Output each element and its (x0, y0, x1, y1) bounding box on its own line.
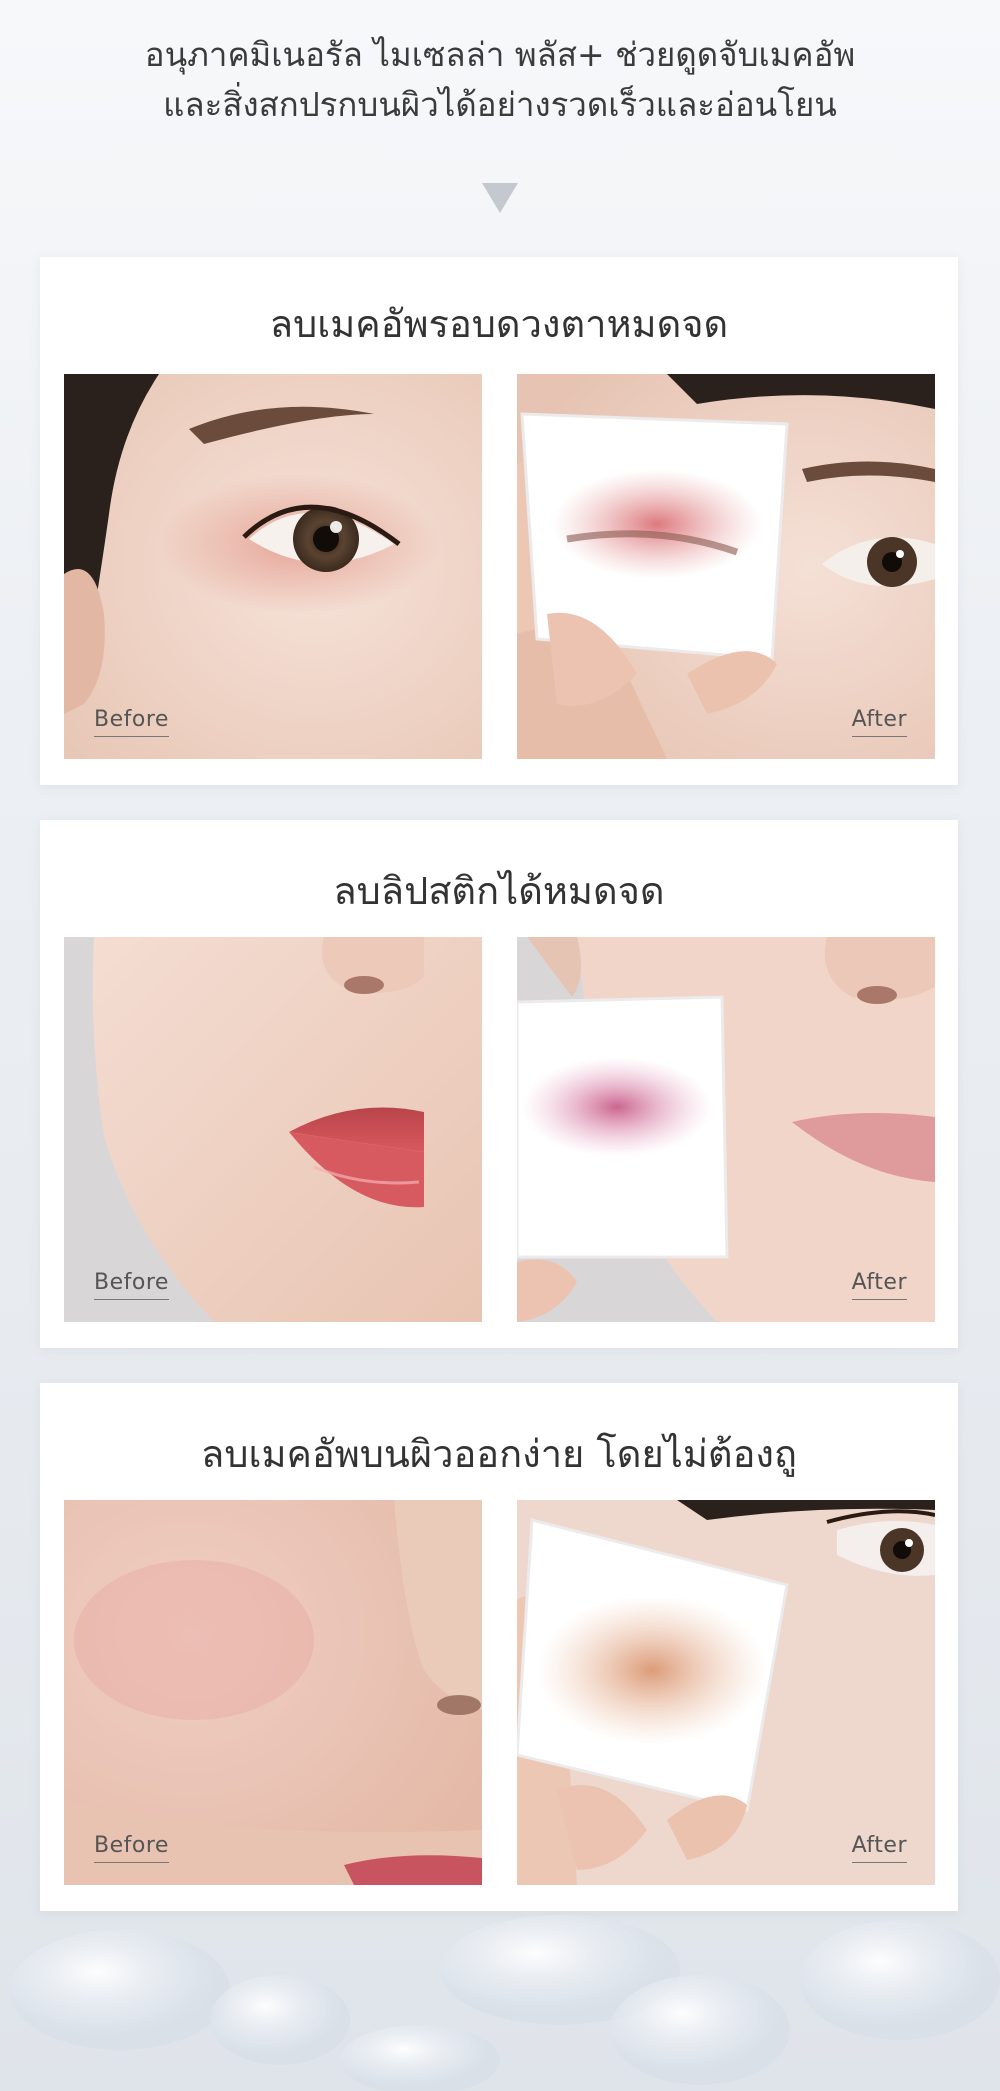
down-arrow-icon (482, 183, 518, 213)
intro-text: อนุภาคมิเนอรัล ไมเซลล่า พลัส+ ช่วยดูดจับ… (0, 30, 1000, 130)
after-label: After (851, 1833, 907, 1863)
after-photo-lips: After (517, 937, 935, 1322)
section-title: ลบลิปสติกได้หมดจด (333, 869, 665, 913)
intro-line-1: อนุภาคมิเนอรัล ไมเซลล่า พลัส+ ช่วยดูดจับ… (144, 35, 856, 74)
section-title: ลบเมคอัพรอบดวงตาหมดจด (269, 302, 729, 346)
card-lipstick: ลบลิปสติกได้หมดจด Before After (40, 820, 958, 1348)
intro-line-2: และสิ่งสกปรกบนผิวได้อย่างรวดเร็วและอ่อนโ… (163, 85, 837, 124)
card-face-makeup: ลบเมคอัพบนผิวออกง่าย โดยไม่ต้องถู Before (40, 1383, 958, 1911)
after-label: After (851, 1270, 907, 1300)
after-photo-skin: After (517, 1500, 935, 1885)
card-eye-makeup: ลบเมคอัพรอบดวงตาหมดจด Before After (40, 257, 958, 785)
before-label: Before (94, 707, 169, 737)
section-title: ลบเมคอัพบนผิวออกง่าย โดยไม่ต้องถู (201, 1432, 797, 1476)
before-label: Before (94, 1270, 169, 1300)
before-photo-lips: Before (64, 937, 482, 1322)
before-photo-eye: Before (64, 374, 482, 759)
after-label: After (851, 707, 907, 737)
before-photo-skin: Before (64, 1500, 482, 1885)
water-decoration (0, 1900, 1000, 2091)
before-label: Before (94, 1833, 169, 1863)
after-photo-eye: After (517, 374, 935, 759)
